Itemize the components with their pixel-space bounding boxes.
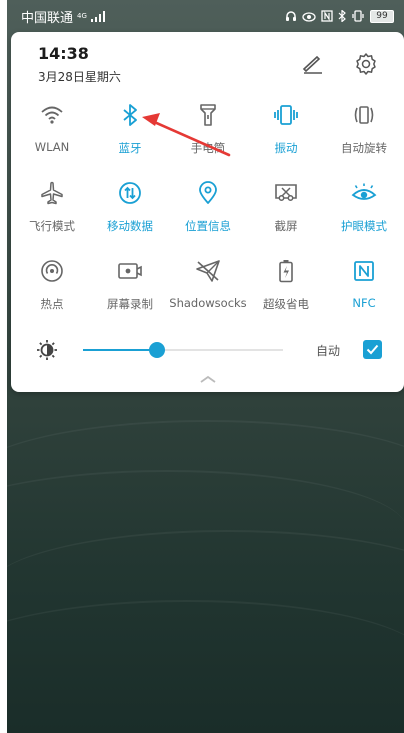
tile-flashlight[interactable]: 手电筒: [169, 98, 247, 164]
rotate-icon: [354, 106, 374, 124]
chevron-up-icon: [200, 375, 216, 383]
tile-bluetooth[interactable]: 蓝牙: [91, 98, 169, 164]
wifi-icon: [41, 106, 63, 124]
tile-hotspot[interactable]: 热点: [13, 254, 91, 320]
vibrate-status-icon: [352, 10, 364, 22]
screen-record-icon: [118, 263, 142, 279]
flashlight-icon: [200, 104, 216, 126]
nfc-icon: [354, 261, 374, 281]
tile-label: 手电筒: [190, 141, 226, 155]
tile-label: 屏幕录制: [107, 297, 153, 311]
network-type: 4G: [77, 11, 87, 20]
tile-screenshot[interactable]: 截屏: [247, 176, 325, 242]
eye-comfort-status-icon: [302, 12, 316, 22]
airplane-icon: [41, 181, 63, 205]
tile-label: 位置信息: [185, 219, 231, 233]
tile-wlan[interactable]: WLAN: [13, 98, 91, 164]
tile-auto-rotate[interactable]: 自动旋转: [325, 98, 403, 164]
battery-level: 99: [370, 9, 394, 23]
clock-time: 14:38: [38, 44, 89, 63]
gear-icon: [356, 53, 376, 75]
tile-vibrate[interactable]: 振动: [247, 98, 325, 164]
collapse-button[interactable]: [197, 372, 219, 386]
tile-shadowsocks[interactable]: Shadowsocks: [169, 254, 247, 320]
screenshot-icon: [275, 184, 297, 201]
tile-label: 移动数据: [107, 219, 153, 233]
eye-icon: [351, 183, 377, 200]
brightness-slider-fill: [83, 349, 157, 351]
tile-label: 热点: [40, 297, 64, 311]
bluetooth-icon: [123, 104, 137, 126]
tile-label: NFC: [352, 296, 376, 310]
status-bar: 中国联通 4G 99: [7, 0, 404, 32]
checkmark-icon: [366, 344, 379, 355]
brightness-row: 自动: [11, 332, 404, 368]
quick-settings-panel: 14:38 3月28日星期六 WLAN 蓝牙 手电筒 振动 自动旋转 飞行模式: [11, 32, 404, 392]
tile-label: WLAN: [34, 140, 70, 154]
nfc-status-icon: [321, 10, 333, 22]
battery-saver-icon: [279, 260, 293, 283]
tile-nfc[interactable]: NFC: [325, 254, 403, 320]
vibrate-icon: [274, 105, 298, 125]
brightness-slider[interactable]: [83, 342, 283, 358]
clock-date: 3月28日星期六: [38, 70, 121, 84]
brightness-slider-handle[interactable]: [149, 342, 165, 358]
tile-label: 蓝牙: [118, 141, 142, 155]
tile-label: 飞行模式: [29, 219, 75, 233]
tile-label: 自动旋转: [341, 141, 387, 155]
tile-mobile-data[interactable]: 移动数据: [91, 176, 169, 242]
tile-location[interactable]: 位置信息: [169, 176, 247, 242]
mobile-data-icon: [119, 182, 141, 204]
tile-label: 截屏: [274, 219, 298, 233]
tile-eye-comfort[interactable]: 护眼模式: [325, 176, 403, 242]
bluetooth-status-icon: [338, 10, 346, 22]
tile-airplane-mode[interactable]: 飞行模式: [13, 176, 91, 242]
auto-brightness-label: 自动: [316, 344, 341, 358]
location-icon: [199, 181, 217, 204]
tile-screen-record[interactable]: 屏幕录制: [91, 254, 169, 320]
auto-brightness-checkbox[interactable]: [363, 340, 382, 359]
paper-plane-icon: [196, 260, 220, 282]
settings-button[interactable]: [352, 50, 380, 78]
tile-label: 护眼模式: [341, 219, 387, 233]
headset-icon: [286, 11, 296, 21]
brightness-icon: [37, 340, 57, 360]
carrier-name: 中国联通: [21, 10, 74, 26]
signal-icon: [90, 10, 105, 22]
tile-battery-saver[interactable]: 超级省电: [247, 254, 325, 320]
edit-button[interactable]: [299, 50, 327, 78]
tile-label: 超级省电: [263, 297, 309, 311]
tile-label: Shadowsocks: [169, 296, 247, 310]
pencil-icon: [302, 55, 322, 74]
tile-label: 振动: [274, 141, 298, 155]
hotspot-icon: [41, 260, 63, 282]
